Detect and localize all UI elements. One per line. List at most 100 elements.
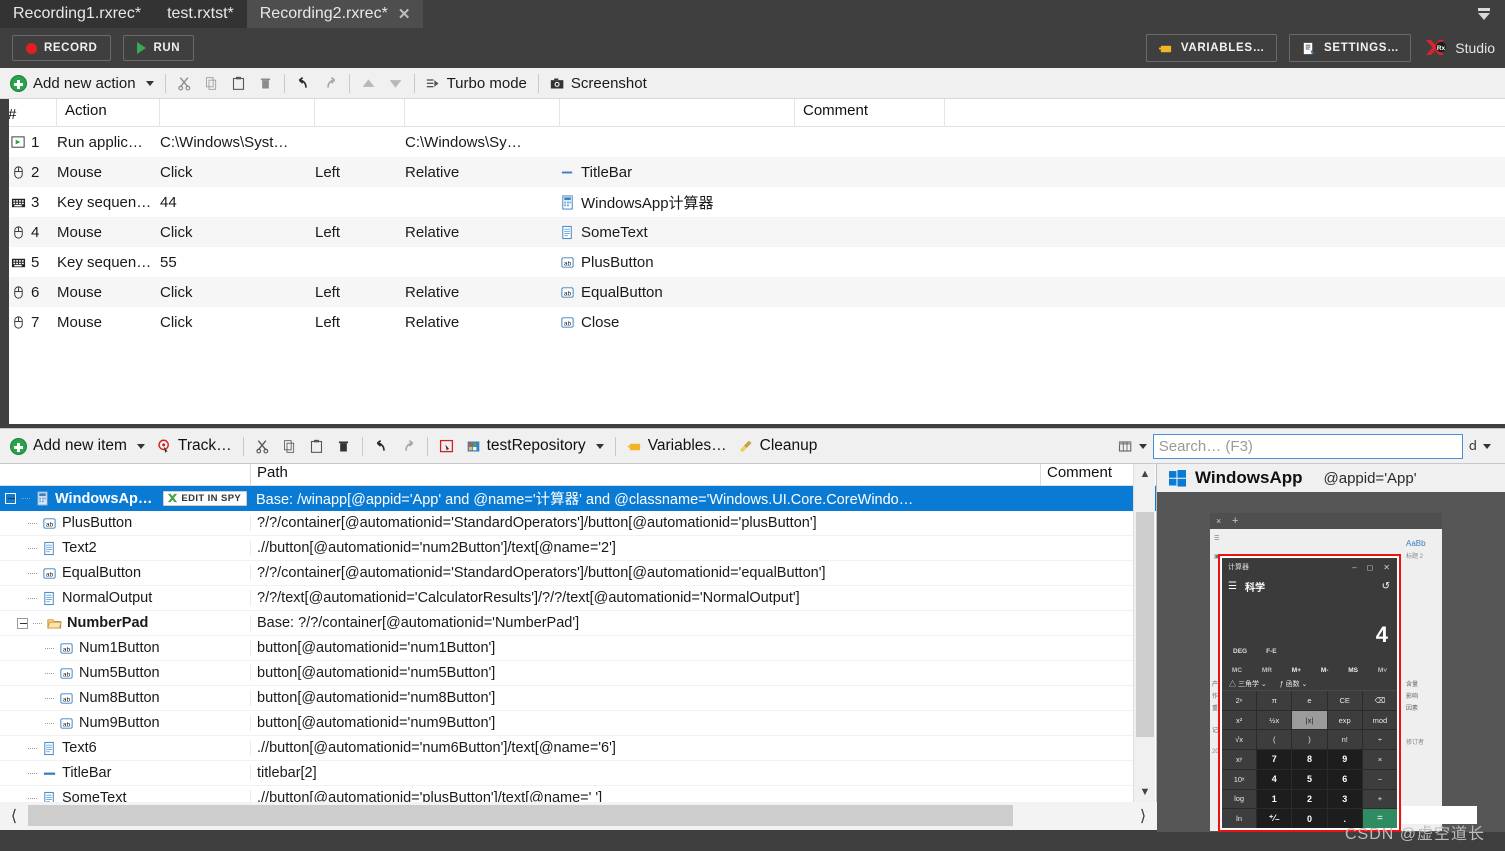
column-header-comment[interactable]: Comment: [1040, 464, 1148, 485]
screenshot-button[interactable]: Screenshot: [544, 69, 653, 97]
column-chooser-button[interactable]: [1112, 432, 1153, 460]
history-icon[interactable]: ↺: [1382, 581, 1397, 592]
cut-button[interactable]: [249, 432, 276, 460]
redo-button[interactable]: [395, 432, 422, 460]
undo-button[interactable]: [368, 432, 395, 460]
settings-button[interactable]: SETTINGS…: [1288, 34, 1412, 62]
hamburger-icon[interactable]: ☰: [1228, 581, 1237, 592]
key-0[interactable]: 0: [1292, 809, 1327, 828]
key-5[interactable]: 5: [1292, 769, 1327, 789]
key-backspace[interactable]: ⌫: [1362, 691, 1397, 710]
key-9[interactable]: 9: [1327, 750, 1362, 769]
chevron-down-icon[interactable]: [595, 443, 604, 449]
maximize-icon[interactable]: ◻: [1367, 563, 1374, 572]
tree-row-num1button[interactable]: ab Num1Button button[@automationid='num1…: [0, 636, 1156, 661]
turbo-mode-button[interactable]: Turbo mode: [420, 69, 533, 97]
scrollbar-thumb[interactable]: [1136, 512, 1154, 737]
tree-row-equalbutton[interactable]: ab EqualButton ?/?/container[@automation…: [0, 561, 1156, 586]
table-row[interactable]: 3 Key sequen… 44 WindowsApp计算器: [0, 187, 1505, 217]
key-plusminus[interactable]: ⁺⁄₋: [1257, 809, 1292, 828]
memory-ms[interactable]: MS: [1348, 667, 1358, 674]
track-button[interactable]: Track…: [151, 432, 238, 460]
table-row[interactable]: 4 Mouse Click Left Relative SomeText: [0, 217, 1505, 247]
search-input[interactable]: Search… (F3): [1152, 433, 1463, 459]
tree-row-normaloutput[interactable]: NormalOutput ?/?/text[@automationid='Cal…: [0, 586, 1156, 611]
add-new-item-button[interactable]: Add new item: [0, 432, 151, 460]
cleanup-button[interactable]: Cleanup: [733, 432, 824, 460]
key-1[interactable]: 1: [1257, 789, 1292, 809]
key-paren-open[interactable]: (: [1257, 730, 1292, 750]
run-button[interactable]: RUN: [123, 35, 195, 61]
paste-button[interactable]: [303, 432, 330, 460]
undo-button[interactable]: [290, 69, 317, 97]
key-10x[interactable]: 10ˣ: [1222, 769, 1257, 789]
delete-button[interactable]: [252, 69, 279, 97]
collapse-ribbon-icon[interactable]: [1471, 2, 1497, 26]
memory-mc[interactable]: MC: [1232, 667, 1242, 674]
minimize-icon[interactable]: –: [1352, 563, 1356, 572]
memory-mlist[interactable]: M˅: [1378, 667, 1387, 674]
preview-screenshot[interactable]: × + ☰ ▣ AaBb 标题 2 产品所 作用。 重大因 记录 修订 2022…: [1157, 492, 1505, 832]
tree-row-num5button[interactable]: ab Num5Button button[@automationid='num5…: [0, 661, 1156, 686]
scroll-left-icon[interactable]: ⟨: [0, 806, 28, 826]
chevron-down-icon[interactable]: [1138, 443, 1147, 449]
key-2n[interactable]: 2ⁿ: [1222, 691, 1257, 710]
highlight-element-button[interactable]: [433, 432, 460, 460]
tree-row-text6[interactable]: Text6 .//button[@automationid='num6Butto…: [0, 736, 1156, 761]
key-abs[interactable]: |x|: [1292, 710, 1327, 730]
scrollbar-thumb[interactable]: [28, 805, 1013, 826]
key-factorial[interactable]: n!: [1327, 730, 1362, 750]
cut-button[interactable]: [171, 69, 198, 97]
scroll-down-icon[interactable]: ▼: [1134, 782, 1156, 802]
key-e[interactable]: e: [1292, 691, 1327, 710]
memory-mminus[interactable]: M-: [1321, 667, 1329, 674]
tab-recording2[interactable]: Recording2.rxrec* ✕: [246, 0, 424, 28]
move-up-button[interactable]: [355, 69, 382, 97]
chevron-down-icon[interactable]: [136, 443, 145, 449]
key-ln[interactable]: ln: [1222, 809, 1257, 828]
search-options-button[interactable]: ⅾ: [1463, 432, 1497, 460]
tab-test[interactable]: test.rxtst*: [154, 0, 247, 28]
copy-button[interactable]: [276, 432, 303, 460]
paste-button[interactable]: [225, 69, 252, 97]
key-reciprocal[interactable]: ½x: [1257, 710, 1292, 730]
key-x2[interactable]: x²: [1222, 710, 1257, 730]
table-row[interactable]: 5 Key sequen… 55 ab PlusButton: [0, 247, 1505, 277]
tree-row-num9button[interactable]: ab Num9Button button[@automationid='num9…: [0, 711, 1156, 736]
tree-row-titlebar[interactable]: TitleBar titlebar[2]: [0, 761, 1156, 786]
chevron-down-icon[interactable]: [145, 80, 154, 86]
expander-icon[interactable]: [5, 493, 16, 504]
repository-select[interactable]: testRepository: [460, 432, 610, 460]
move-down-button[interactable]: [382, 69, 409, 97]
memory-mr[interactable]: MR: [1262, 667, 1272, 674]
tree-row-text2[interactable]: Text2 .//button[@automationid='num2Butto…: [0, 536, 1156, 561]
key-plus[interactable]: +: [1362, 789, 1397, 809]
tree-row-sometext[interactable]: SomeText .//button[@automationid='plusBu…: [0, 786, 1156, 802]
column-header-action[interactable]: Action: [57, 99, 160, 126]
edit-in-spy-button[interactable]: EDIT IN SPY: [163, 491, 248, 506]
redo-button[interactable]: [317, 69, 344, 97]
trigonometry-menu[interactable]: △ 三角学 ⌄: [1229, 679, 1267, 689]
expander-icon[interactable]: [17, 617, 28, 629]
tab-recording1[interactable]: Recording1.rxrec*: [0, 0, 155, 28]
key-minus[interactable]: −: [1362, 769, 1397, 789]
column-header-param2[interactable]: [315, 99, 405, 126]
scroll-up-icon[interactable]: ▲: [1134, 464, 1156, 484]
column-header-param1[interactable]: [160, 99, 315, 126]
table-row[interactable]: 7 Mouse Click Left Relative ab Close: [0, 307, 1505, 337]
scroll-right-icon[interactable]: ⟩: [1129, 806, 1157, 826]
add-new-action-button[interactable]: Add new action: [0, 69, 160, 97]
fe-toggle[interactable]: F-E: [1266, 648, 1276, 663]
table-row[interactable]: 2 Mouse Click Left Relative TitleBar: [0, 157, 1505, 187]
column-header-object[interactable]: [560, 99, 795, 126]
tree-row-num8button[interactable]: ab Num8Button button[@automationid='num8…: [0, 686, 1156, 711]
key-4[interactable]: 4: [1257, 769, 1292, 789]
variables-button[interactable]: VARIABLES…: [1145, 34, 1277, 62]
delete-button[interactable]: [330, 432, 357, 460]
key-sqrt[interactable]: √x: [1222, 730, 1257, 750]
column-header-name[interactable]: [0, 464, 250, 485]
key-2[interactable]: 2: [1292, 789, 1327, 809]
key-mod[interactable]: mod: [1362, 710, 1397, 730]
table-row[interactable]: 1 Run applic… C:\Windows\Syst… C:\Window…: [0, 127, 1505, 157]
close-icon[interactable]: ✕: [398, 5, 411, 23]
